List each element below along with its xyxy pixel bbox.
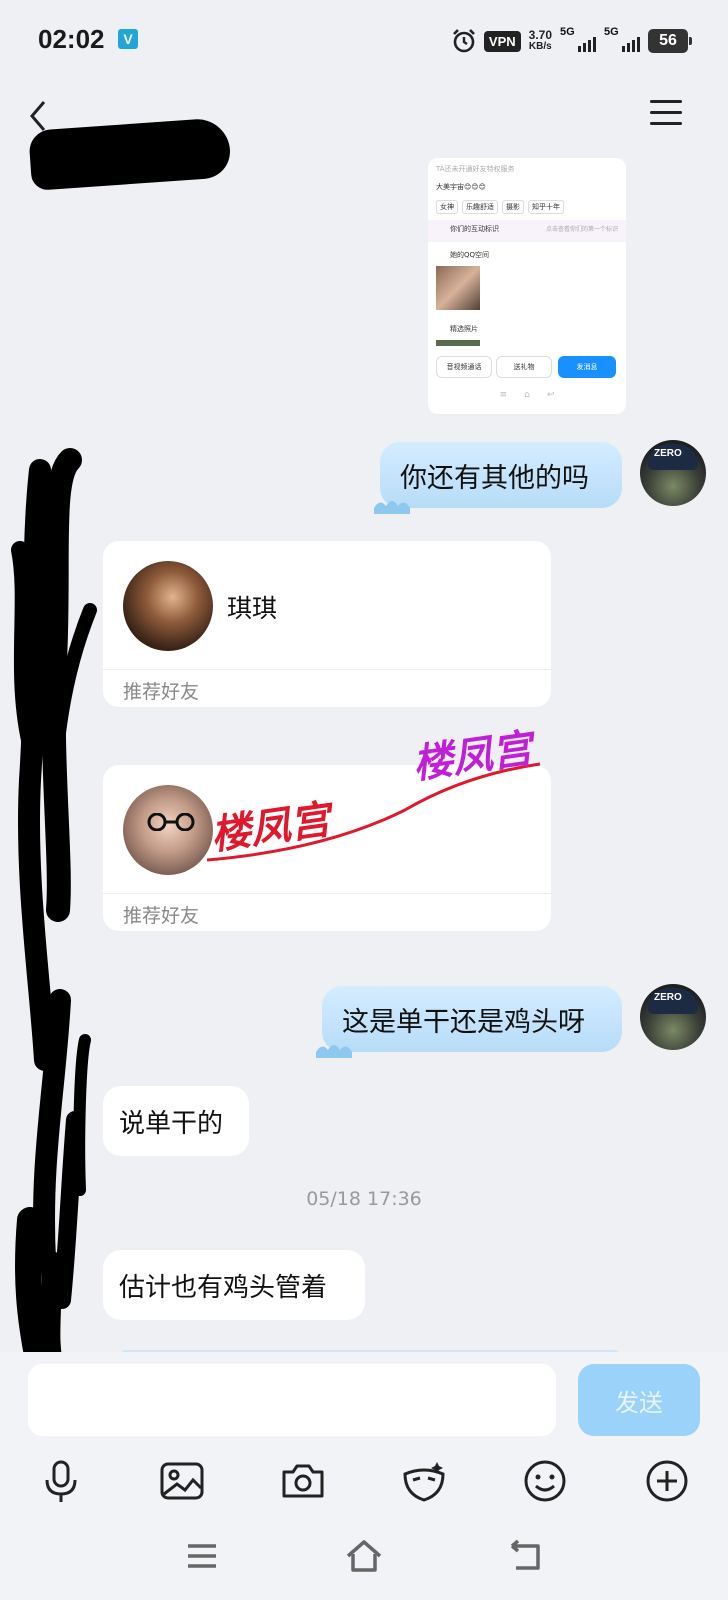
contact-card-name: 琪琪 [227, 594, 278, 623]
battery-icon: 56 [648, 29, 692, 53]
contact-avatar [123, 561, 213, 651]
wave-decoration-icon [374, 501, 410, 514]
avatar-me[interactable]: ZERO [640, 984, 706, 1050]
home-icon[interactable] [344, 1538, 384, 1574]
message-bubble-received[interactable]: 估计也有鸡头管着 [103, 1250, 365, 1320]
contact-card-label: 推荐好友 [123, 681, 200, 703]
image-icon[interactable] [157, 1456, 207, 1506]
net-speed-value: 3.70 [528, 28, 552, 42]
message-text: 你还有其他的吗 [400, 462, 589, 494]
redacted-contact-name-blob [110, 126, 180, 166]
plus-icon[interactable] [642, 1456, 692, 1506]
message-text: 估计也有鸡头管着 [119, 1272, 328, 1303]
img-btn-send: 发消息 [558, 356, 616, 378]
menu-icon[interactable] [650, 100, 682, 126]
img-tag: 知乎十年 [528, 200, 564, 214]
system-nav-bar [0, 1502, 728, 1600]
status-time: 02:02 [38, 24, 105, 54]
send-button[interactable]: 发送 [578, 1364, 700, 1436]
image-message[interactable]: TA还未开通好友特权服务 大美宇宙😊😊😊 女神 乐趣舒适 摄影 知乎十年 你们的… [428, 158, 626, 414]
signal-label-1: 5G [560, 26, 575, 38]
net-speed: 3.70 KB/s [529, 29, 552, 53]
camera-icon[interactable] [278, 1456, 328, 1506]
signal-icon-1: 5G [560, 26, 596, 54]
card-divider [103, 893, 551, 894]
input-area: 发送 [0, 1352, 728, 1600]
chat-header [0, 80, 728, 191]
img-tags: 女神 乐趣舒适 摄影 知乎十年 [436, 200, 618, 214]
img-space: 她的QQ空间 [450, 251, 490, 259]
contact-card-label: 推荐好友 [123, 905, 200, 927]
message-text: 说单干的 [119, 1108, 224, 1139]
contact-avatar [123, 785, 213, 875]
menu-nav-icon[interactable] [182, 1538, 222, 1574]
img-btn-gift: 送礼物 [496, 356, 552, 378]
vpn-badge: VPN [483, 30, 521, 52]
img-photos: 精选照片 [450, 325, 478, 333]
img-photo-strip [436, 340, 480, 346]
v-badge-icon: V [118, 29, 138, 49]
img-thumb [436, 266, 480, 310]
img-line1: TA还未开通好友特权服务 [436, 165, 515, 173]
img-line3-right: 点击查看你们的第一个标识 [545, 226, 618, 233]
img-nav: ≡ ⌂ ↩ [499, 390, 555, 400]
avatar-cap-text: ZERO [654, 448, 682, 459]
signal-label-2: 5G [604, 26, 619, 38]
avatar-cap-text: ZERO [654, 992, 682, 1003]
mask-icon[interactable] [399, 1456, 449, 1506]
img-btn-call: 音视频通话 [436, 356, 492, 378]
alarm-icon [452, 29, 475, 53]
signal-icon-2: 5G [604, 26, 640, 54]
microphone-icon[interactable] [36, 1456, 86, 1506]
emoji-icon[interactable] [520, 1456, 570, 1506]
back-nav-icon[interactable] [506, 1538, 546, 1574]
img-line2: 大美宇宙😊😊😊 [436, 183, 486, 191]
img-tag: 女神 [436, 200, 458, 214]
img-tag: 摄影 [502, 200, 524, 214]
net-speed-unit: KB/s [528, 41, 552, 52]
wave-decoration-icon [316, 1045, 352, 1058]
img-tag: 乐趣舒适 [462, 200, 498, 214]
glasses-icon [147, 813, 195, 831]
message-bubble-sent[interactable]: 这是单干还是鸡头呀 [316, 986, 622, 1058]
avatar-me[interactable]: ZERO [640, 440, 706, 506]
message-bubble-sent[interactable]: 你还有其他的吗 [374, 442, 622, 514]
status-bar: 02:02 V VPN 3.70 KB/s 5G 5G 56 [0, 0, 728, 80]
back-icon[interactable] [26, 98, 50, 134]
message-text: 这是单干还是鸡头呀 [342, 1006, 585, 1038]
redaction-marks [11, 448, 97, 1380]
card-divider [103, 669, 551, 670]
message-bubble-received[interactable]: 说单干的 [103, 1086, 249, 1156]
contact-card[interactable]: 琪琪 推荐好友 [103, 541, 551, 707]
message-input[interactable] [28, 1364, 556, 1436]
status-icons: VPN 3.70 KB/s 5G 5G 56 [452, 26, 692, 56]
